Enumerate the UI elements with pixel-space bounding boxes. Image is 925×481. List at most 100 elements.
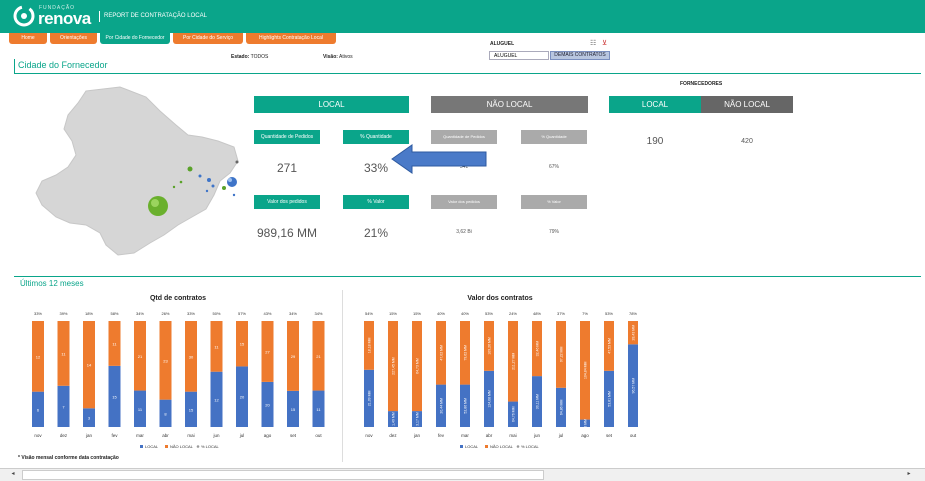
local-header: LOCAL xyxy=(254,96,409,113)
bar-nao-local-label: 47,53 MM xyxy=(608,338,612,354)
scrollbar-thumb[interactable] xyxy=(22,470,544,480)
x-tick-label: set xyxy=(606,433,613,438)
bar-nao-local-label: 97,22 MM xyxy=(560,347,564,363)
nao-local-pct-valor-value: 79% xyxy=(548,229,559,235)
pct-local-label: 26% xyxy=(161,311,169,316)
x-tick-label: ago xyxy=(581,433,589,438)
bar-local-label: 12 xyxy=(214,397,219,402)
legend-local-swatch xyxy=(140,445,143,448)
title-separator xyxy=(99,11,100,22)
nav-home-tab[interactable]: Home xyxy=(9,33,47,44)
bar-local-label: 15 xyxy=(291,407,296,412)
pct-local-label: 40% xyxy=(437,311,445,316)
scroll-left-icon[interactable]: ◂ xyxy=(8,470,18,479)
x-tick-label: jun xyxy=(533,433,541,438)
nao-local-pct-valor-label: % Valor xyxy=(521,195,587,209)
bar-local-label: 64,86 MM xyxy=(560,400,564,416)
clear-filter-icon[interactable]: ⊻ xyxy=(602,39,607,47)
renova-logo-icon xyxy=(13,5,35,27)
bar-nao-local-label: 21 xyxy=(138,354,143,359)
nav-cidade-fornecedor-tab[interactable]: Por Cidade do Fornecedor xyxy=(100,33,170,44)
bar-local-label: 15 xyxy=(189,407,194,412)
aluguel-slicer-title: ALUGUEL xyxy=(490,41,515,47)
bar-local-label: 53,81 MM xyxy=(608,391,612,407)
bar-nao-local-label: 211,27 MM xyxy=(512,353,516,370)
x-tick-label: out xyxy=(630,433,637,438)
nav-orientacoes-tab[interactable]: Orientações xyxy=(50,33,97,44)
report-title: REPORT DE CONTRATAÇÃO LOCAL xyxy=(104,13,207,19)
minas-gerais-map[interactable] xyxy=(28,85,243,265)
nav-cidade-servico-tab[interactable]: Por Cidade do Serviço xyxy=(173,33,243,44)
legend-nao-local: NÃO LOCAL xyxy=(170,444,194,449)
bar-nao-local-label: 79,62 MM xyxy=(464,345,468,361)
x-tick-label: dez xyxy=(60,433,68,438)
x-tick-label: nov xyxy=(365,433,373,438)
x-tick-label: out xyxy=(315,433,322,438)
x-tick-label: fev xyxy=(438,433,445,438)
qtd-contratos-chart[interactable]: 61233%nov71139%dez31418%jan151158%fev112… xyxy=(20,305,340,465)
nao-local-valor-pedidos-value: 3,62 Bi xyxy=(456,229,472,235)
highlight-arrow-icon xyxy=(391,144,487,174)
x-tick-label: jan xyxy=(85,433,93,438)
last-12-months-title: Últimos 12 meses xyxy=(20,279,84,288)
bar-local-label: 30,11 MM xyxy=(536,394,540,409)
bar-local-label: 3,17 MM xyxy=(416,412,420,426)
title-accent-bar xyxy=(14,59,15,73)
valor-contratos-chart[interactable]: 21,09 MM 18,18 MM 54% nov 1,49 MM 227,45 MM 15… xyxy=(352,305,652,465)
pct-local-label: 43% xyxy=(263,311,271,316)
aluguel-slicer-item[interactable]: ALUGUEL xyxy=(489,51,549,60)
bar-local-label: 20 xyxy=(240,395,245,400)
visao-filter[interactable]: Visão: Ativos xyxy=(323,54,353,60)
pct-local-label: 54% xyxy=(365,311,373,316)
bar-local-label: 20 xyxy=(265,402,270,407)
x-tick-label: nov xyxy=(34,433,42,438)
visao-value: Ativos xyxy=(339,54,353,60)
x-tick-label: set xyxy=(290,433,297,438)
x-tick-label: jul xyxy=(239,433,245,438)
bar-nao-local-label: 28,43 MM xyxy=(632,325,636,341)
legend-pct-swatch xyxy=(196,445,200,448)
bar-nao-local-label: 23 xyxy=(163,358,168,363)
x-tick-label: mar xyxy=(461,433,469,438)
x-tick-label: ago xyxy=(264,433,272,438)
legend-local: LOCAL xyxy=(465,444,479,449)
qtd-contratos-title: Qtd de contratos xyxy=(149,295,206,302)
local-pct-qtd-label: % Quantidade xyxy=(343,130,409,144)
bar-local-label: 20,44 MM xyxy=(440,398,444,414)
pct-local-label: 18% xyxy=(85,311,93,316)
local-qtd-pedidos-label: Quantidade de Pedidos xyxy=(254,130,320,144)
x-tick-label: mai xyxy=(509,433,516,438)
pct-local-label: 53% xyxy=(485,311,493,316)
footnote: * Visão mensal conforme data contratação xyxy=(18,455,119,461)
fornecedores-local-value: 190 xyxy=(646,136,664,147)
local-qtd-pedidos-value: 271 xyxy=(276,161,298,175)
nao-local-pct-qtd-value: 67% xyxy=(548,164,559,170)
bar-local-label: 21,09 MM xyxy=(368,391,372,407)
estado-value: TODOS xyxy=(250,54,269,60)
pct-local-label: 34% xyxy=(289,311,297,316)
pct-local-label: 48% xyxy=(533,311,541,316)
fornecedores-local-header: LOCAL xyxy=(609,96,701,113)
top-bar: FUNDAÇÃO renova REPORT DE CONTRATAÇÃO LO… xyxy=(0,0,925,33)
legend-pct-local: % LOCAL xyxy=(201,444,220,449)
scroll-right-icon[interactable]: ▸ xyxy=(904,470,914,479)
local-pct-valor-value: 21% xyxy=(363,226,389,240)
bar-nao-local-label: 227,45 MM xyxy=(392,357,396,375)
pct-local-label: 78% xyxy=(629,311,637,316)
pct-local-label: 34% xyxy=(136,311,144,316)
multi-select-icon[interactable]: ☷ xyxy=(590,39,596,47)
bar-nao-local-label: 104,84 MM xyxy=(584,361,588,379)
pct-local-label: 33% xyxy=(34,311,42,316)
estado-filter[interactable]: Estado: TODOS xyxy=(231,54,268,60)
pct-local-label: 50% xyxy=(212,311,220,316)
x-tick-label: jan xyxy=(413,433,421,438)
legend-nao-local: NÃO LOCAL xyxy=(490,444,514,449)
nav-highlights-tab[interactable]: Highlights Contratação Local xyxy=(246,33,336,44)
legend-nao-local-swatch xyxy=(165,445,168,448)
x-tick-label: jul xyxy=(558,433,564,438)
demais-contratos-slicer-item[interactable]: DEMAIS CONTRATOS xyxy=(550,51,610,60)
bar-nao-local-label: 109,26 MM xyxy=(488,337,492,355)
fornecedores-nao-local-header: NÃO LOCAL xyxy=(701,96,793,113)
pct-local-label: 37% xyxy=(557,311,565,316)
x-tick-label: mar xyxy=(136,433,144,438)
